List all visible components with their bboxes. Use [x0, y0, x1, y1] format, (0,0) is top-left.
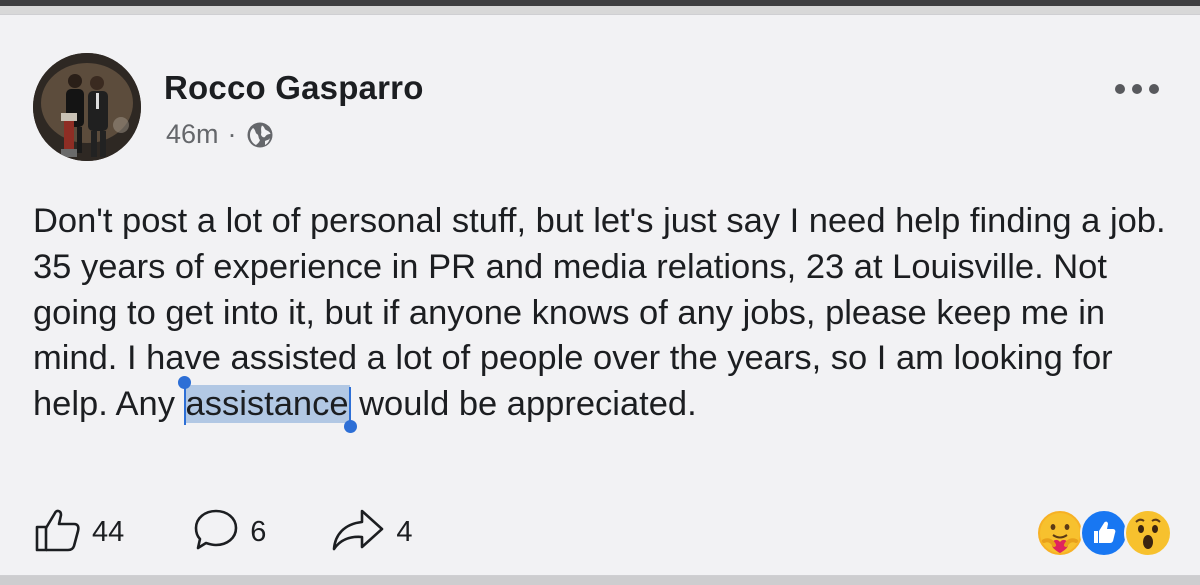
thumbs-up-icon	[34, 507, 82, 558]
globe-icon	[246, 121, 274, 149]
selection-start-caret	[183, 387, 186, 426]
author-name[interactable]: Rocco Gasparro	[164, 69, 424, 107]
like-count: 44	[92, 516, 125, 548]
share-arrow-icon	[330, 507, 386, 558]
wow-emoji-icon	[1124, 509, 1172, 557]
selection-end-handle[interactable]	[343, 420, 357, 434]
share-button[interactable]: 4	[330, 507, 413, 558]
selected-text: assistance	[185, 385, 349, 424]
post-timestamp[interactable]: 46m	[166, 119, 219, 150]
comment-count: 6	[250, 516, 267, 548]
post-text-after: would be appreciated.	[349, 385, 697, 424]
more-options-icon[interactable]	[1115, 79, 1165, 99]
share-count: 4	[396, 516, 413, 548]
like-reaction-icon	[1080, 509, 1128, 557]
action-bar: 44 6 4	[34, 507, 449, 558]
selection-start-handle[interactable]	[177, 376, 191, 390]
like-button[interactable]: 44	[34, 507, 124, 558]
top-divider	[0, 0, 1200, 6]
bottom-divider	[0, 576, 1200, 585]
post-body: Don't post a lot of personal stuff, but …	[33, 199, 1183, 434]
post-meta: 46m ·	[166, 119, 274, 150]
comment-bubble-icon	[192, 507, 240, 558]
post-card: Rocco Gasparro 46m · Don't post a lot of…	[0, 14, 1200, 576]
meta-separator: ·	[227, 119, 237, 149]
comment-button[interactable]: 6	[192, 507, 266, 558]
care-emoji-icon	[1036, 509, 1084, 557]
reaction-summary[interactable]	[1036, 509, 1172, 557]
text-selection[interactable]: assistance	[177, 376, 357, 434]
avatar[interactable]	[33, 53, 141, 161]
